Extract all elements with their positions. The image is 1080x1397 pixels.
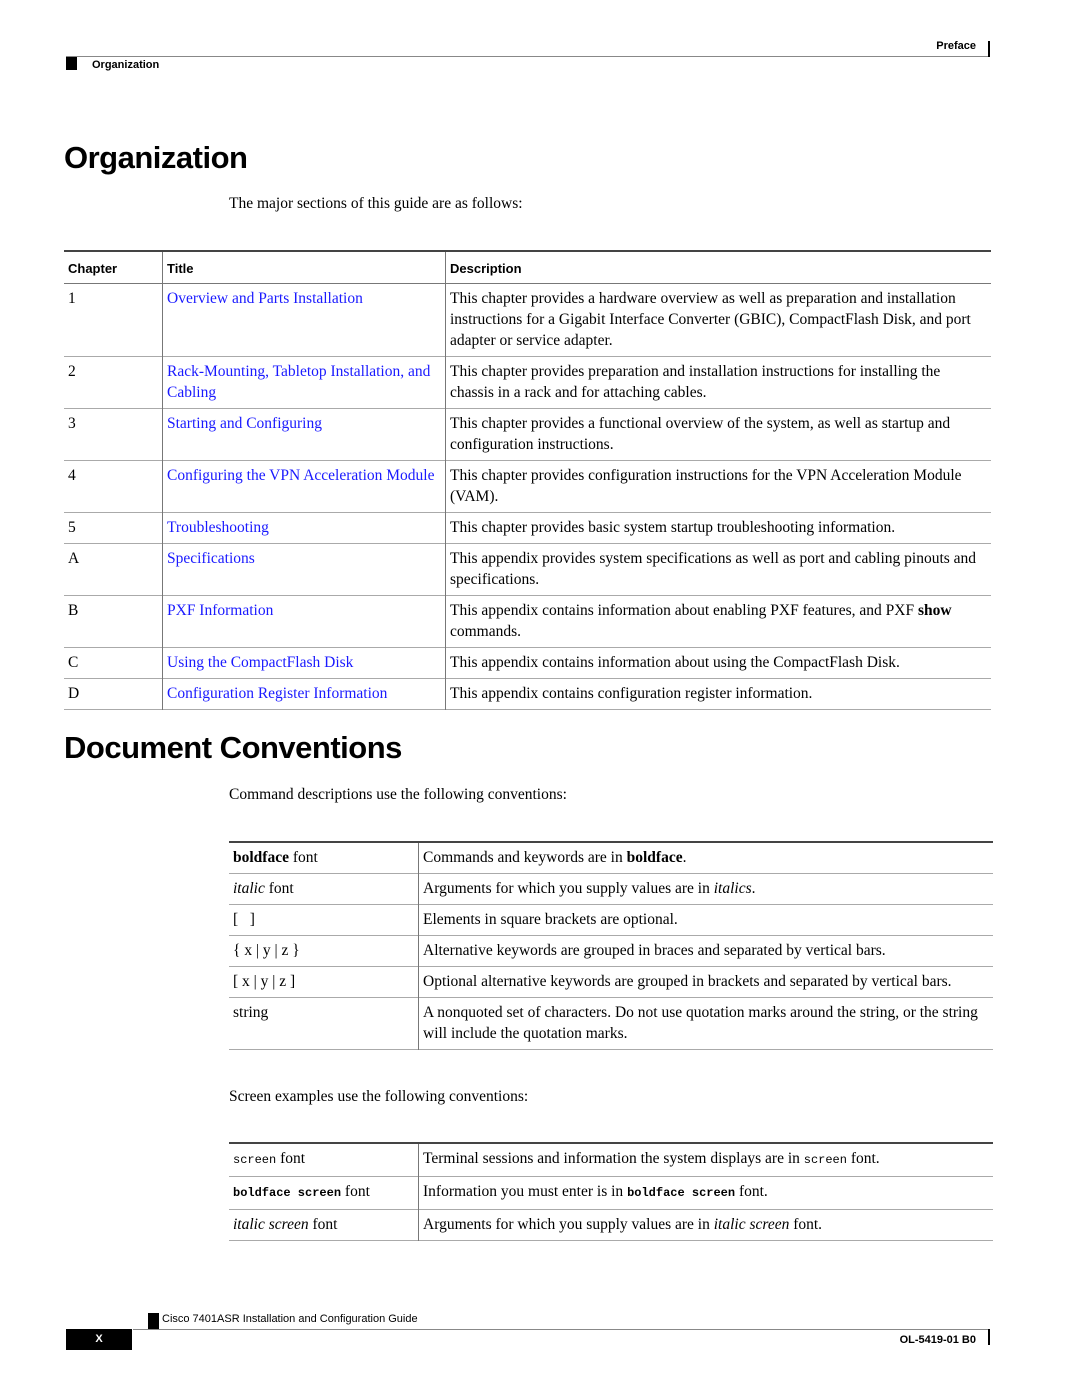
chapter-link[interactable]: Troubleshooting (167, 519, 269, 536)
table-row: 2 Rack-Mounting, Tabletop Installation, a… (64, 356, 991, 409)
table-row: [ x | y | z ] Optional alternative keywor… (229, 966, 993, 998)
table-row: italic font Arguments for which you suppl… (229, 873, 993, 905)
chapter-number: D (64, 678, 163, 710)
command-intro: Command descriptions use the following c… (229, 786, 567, 803)
chapter-description: This appendix contains information about… (450, 654, 900, 671)
table-row: A Specifications This appendix provides sy… (64, 543, 991, 596)
chapter-description: This appendix contains configuration reg… (450, 685, 813, 702)
header-rule (66, 56, 989, 57)
table-row: 5 Troubleshooting This chapter provides ba… (64, 512, 991, 544)
chapter-number: A (64, 543, 163, 596)
chapter-number: C (64, 647, 163, 679)
col-chapter: Chapter (64, 251, 163, 284)
command-conventions-table: boldface font Commands and keywords are i… (229, 841, 993, 1050)
header-bar (988, 41, 990, 57)
chapter-description: This chapter provides basic system start… (450, 519, 896, 536)
table-row: C Using the CompactFlash Disk This appendi… (64, 647, 991, 679)
organization-intro: The major sections of this guide are as … (229, 195, 523, 212)
chapter-number: 1 (64, 283, 163, 357)
chapter-link[interactable]: Specifications (167, 550, 255, 567)
col-title: Title (162, 251, 446, 284)
footer-bar (988, 1329, 990, 1345)
chapter-number: 4 (64, 460, 163, 513)
chapter-link[interactable]: Rack-Mounting, Tabletop Installation, an… (167, 363, 430, 401)
chapter-number: 3 (64, 408, 163, 461)
page-number: X (66, 1329, 132, 1350)
table-row: { x | y | z } Alternative keywords are gr… (229, 935, 993, 967)
chapter-description: This appendix provides system specificat… (450, 550, 977, 588)
chapter-number: B (64, 595, 163, 648)
chapter-link[interactable]: Configuration Register Information (167, 685, 387, 702)
organization-heading: Organization (64, 140, 248, 175)
table-row: B PXF Information This appendix contains i… (64, 595, 991, 648)
chapter-description: This chapter provides preparation and in… (450, 363, 941, 401)
chapter-description: This appendix contains information about… (450, 602, 952, 640)
table-row: string A nonquoted set of characters. Do … (229, 997, 993, 1050)
chapter-number: 2 (64, 356, 163, 409)
table-row: italic screen font Arguments for which yo… (229, 1209, 993, 1241)
table-row: 4 Configuring the VPN Acceleration Module… (64, 460, 991, 513)
chapter-number: 5 (64, 512, 163, 544)
header-marker (66, 57, 77, 70)
organization-table: Chapter Title Description 1 Overview and … (64, 250, 991, 710)
chapter-description: This chapter provides configuration inst… (450, 467, 962, 505)
footer-marker (148, 1313, 159, 1329)
table-row: 1 Overview and Parts Installation This cha… (64, 283, 991, 357)
header-topic: Organization (92, 59, 160, 71)
chapter-description: This chapter provides a hardware overvie… (450, 290, 971, 349)
col-description: Description (450, 261, 522, 276)
screen-conventions-table: screen font Terminal sessions and informa… (229, 1142, 993, 1241)
table-row: boldface screen font Information you must… (229, 1176, 993, 1210)
table-row: D Configuration Register Information This … (64, 678, 991, 710)
footer-guide-title: Cisco 7401ASR Installation and Configura… (162, 1313, 418, 1325)
table-row: [ ] Elements in square brackets are optio… (229, 904, 993, 936)
chapter-description: This chapter provides a functional overv… (450, 415, 951, 453)
chapter-link[interactable]: Configuring the VPN Acceleration Module (167, 467, 434, 484)
doc-number: OL-5419-01 B0 (899, 1334, 976, 1346)
table-row: 3 Starting and Configuring This chapter pr… (64, 408, 991, 461)
chapter-link[interactable]: Using the CompactFlash Disk (167, 654, 353, 671)
header-section: Preface (936, 40, 976, 52)
footer-rule (133, 1329, 989, 1330)
chapter-link[interactable]: Starting and Configuring (167, 415, 322, 432)
chapter-link[interactable]: PXF Information (167, 602, 273, 619)
table-row: screen font Terminal sessions and informa… (229, 1143, 993, 1177)
table-row: boldface font Commands and keywords are i… (229, 842, 993, 874)
conventions-heading: Document Conventions (64, 730, 402, 765)
screen-intro: Screen examples use the following conven… (229, 1088, 529, 1105)
chapter-link[interactable]: Overview and Parts Installation (167, 290, 363, 307)
